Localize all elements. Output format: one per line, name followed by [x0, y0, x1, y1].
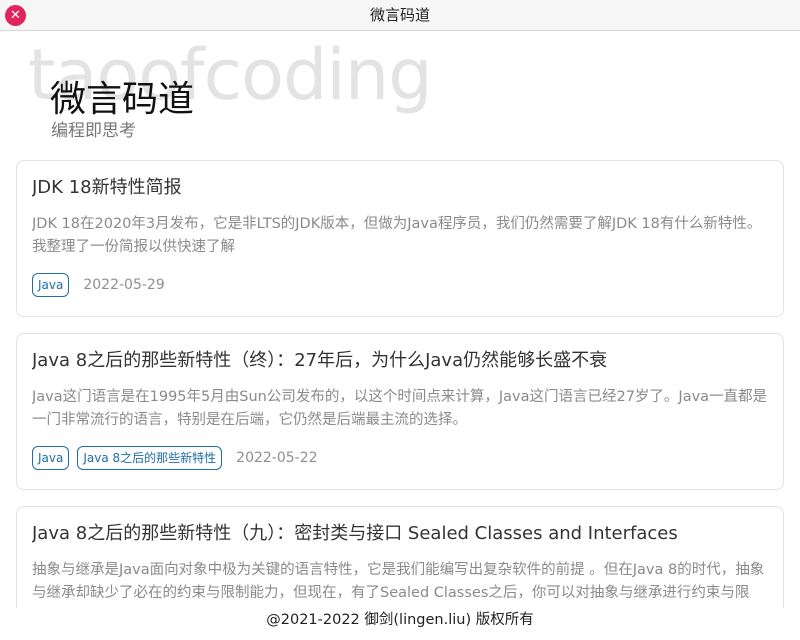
post-title[interactable]: Java 8之后的那些新特性（终）：27年后，为什么Java仍然能够长盛不衰 [32, 348, 768, 374]
post-meta: Java 2022-05-29 [32, 273, 768, 297]
site-title[interactable]: 微言码道 [50, 70, 194, 122]
window-title: 微言码道 [369, 6, 430, 24]
site-footer: @2021-2022 御剑(lingen.liu) 版权所有 [0, 608, 800, 640]
post-title[interactable]: Java 8之后的那些新特性（九）：密封类与接口 Sealed Classes … [32, 521, 768, 547]
footer-copyright: @2021-2022 御剑(lingen.liu) 版权所有 [266, 612, 534, 628]
tag-java8-series[interactable]: Java 8之后的那些新特性 [77, 446, 223, 470]
tag-java[interactable]: Java [32, 446, 70, 470]
post-meta: Java Java 8之后的那些新特性 2022-05-22 [32, 446, 768, 470]
post-card[interactable]: JDK 18新特性简报 JDK 18在2020年3月发布，它是非LTS的JDK版… [16, 160, 784, 317]
window-titlebar: ✕ 微言码道 [0, 0, 800, 31]
site-header: taoofcoding 微言码道 编程即思考 [0, 32, 800, 150]
site-subtitle: 编程即思考 [51, 121, 136, 141]
tag-java[interactable]: Java [32, 273, 70, 297]
post-card[interactable]: Java 8之后的那些新特性（终）：27年后，为什么Java仍然能够长盛不衰 J… [16, 333, 784, 490]
post-excerpt: JDK 18在2020年3月发布，它是非LTS的JDK版本，但做为Java程序员… [32, 216, 762, 255]
post-date: 2022-05-29 [83, 277, 165, 293]
post-date: 2022-05-22 [236, 450, 318, 466]
post-excerpt: Java这门语言是在1995年5月由Sun公司发布的，以这个时间点来计算，Jav… [32, 389, 768, 428]
post-title[interactable]: JDK 18新特性简报 [32, 175, 768, 201]
post-excerpt: 抽象与继承是Java面向对象中极为关键的语言特性，它是我们能编写出复杂软件的前提… [32, 562, 765, 601]
